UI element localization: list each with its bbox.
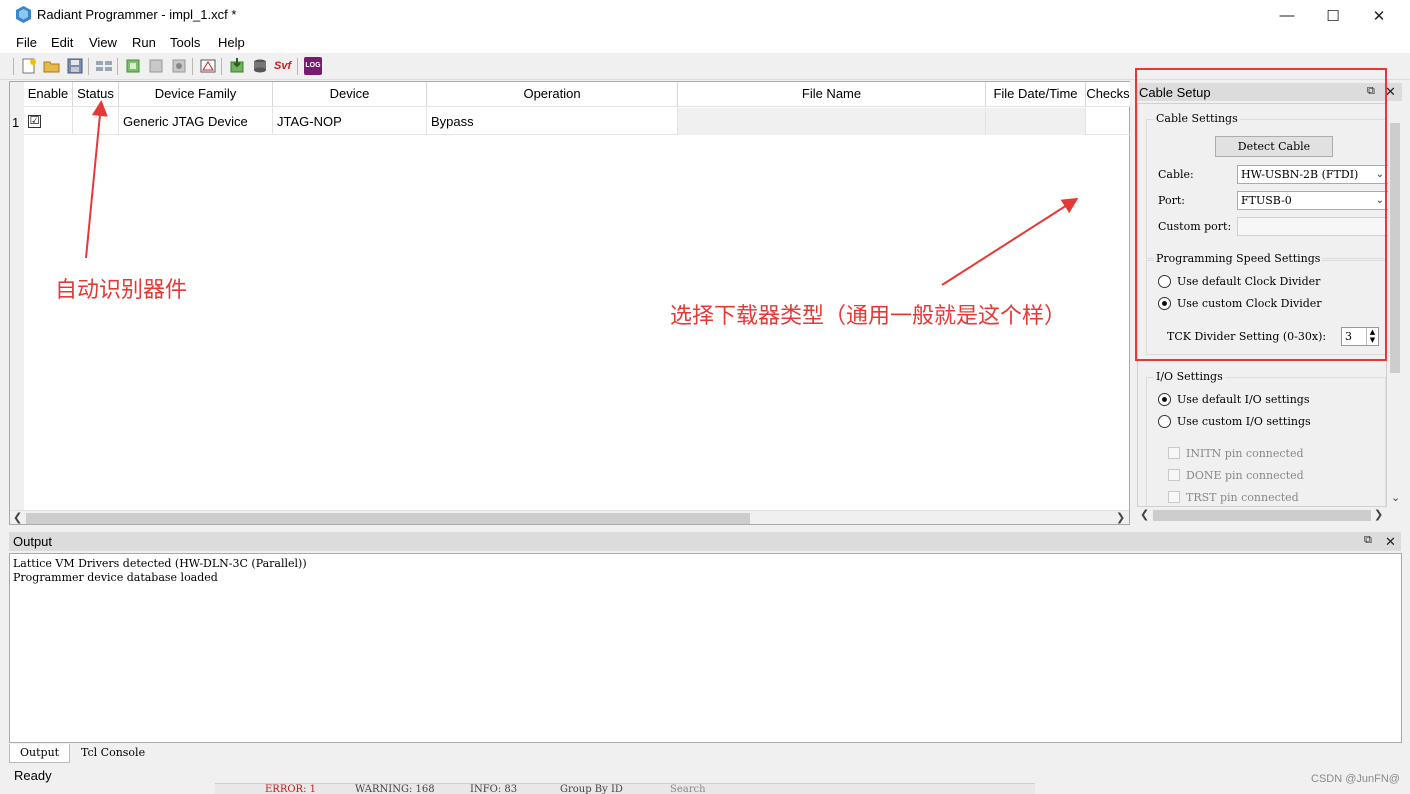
arrow-to-detect-icon [85, 100, 108, 259]
annotation-arrows [85, 100, 1079, 286]
arrow-to-cable-setup [941, 197, 1079, 286]
